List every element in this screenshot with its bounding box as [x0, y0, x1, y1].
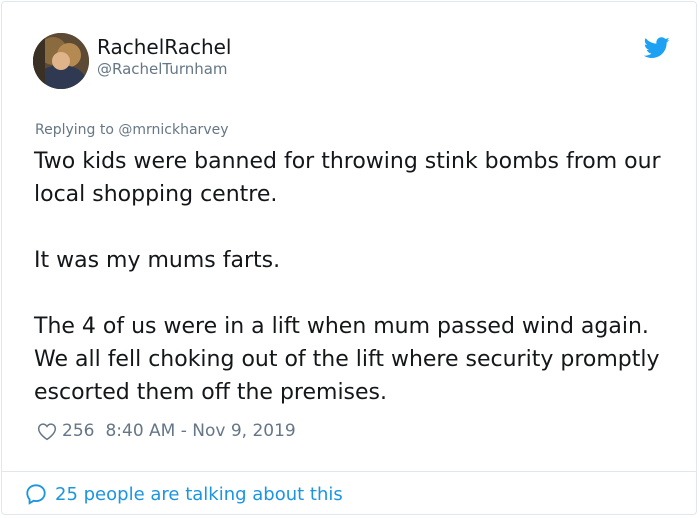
- conversation-label[interactable]: 25 people are talking about this: [55, 484, 343, 505]
- replying-to: Replying to @mrnickharvey: [35, 122, 229, 138]
- reply-mention-link[interactable]: @mrnickharvey: [118, 122, 228, 138]
- timestamp[interactable]: 8:40 AM - Nov 9, 2019: [105, 421, 295, 441]
- author-display-name[interactable]: RachelRachel: [97, 35, 232, 59]
- author-handle[interactable]: @RachelTurnham: [97, 60, 228, 78]
- twitter-bird-icon[interactable]: [644, 37, 670, 59]
- tweet-paragraph: It was my mums farts.: [34, 248, 281, 273]
- tweet-paragraph: The 4 of us were in a lift when mum pass…: [34, 314, 660, 405]
- avatar[interactable]: [33, 33, 89, 89]
- conversation-link[interactable]: 25 people are talking about this: [25, 483, 343, 505]
- tweet-paragraph: Two kids were banned for throwing stink …: [34, 149, 661, 207]
- tweet-text: Two kids were banned for throwing stink …: [34, 145, 684, 409]
- divider: [2, 471, 696, 472]
- heart-icon[interactable]: [37, 422, 57, 441]
- speech-bubble-icon: [26, 484, 46, 505]
- replying-to-prefix: Replying to: [35, 122, 119, 138]
- like-count[interactable]: 256: [62, 421, 94, 441]
- tweet-meta: 256 8:40 AM - Nov 9, 2019: [37, 421, 296, 441]
- tweet-card: RachelRachel @RachelTurnham Replying to …: [1, 1, 697, 515]
